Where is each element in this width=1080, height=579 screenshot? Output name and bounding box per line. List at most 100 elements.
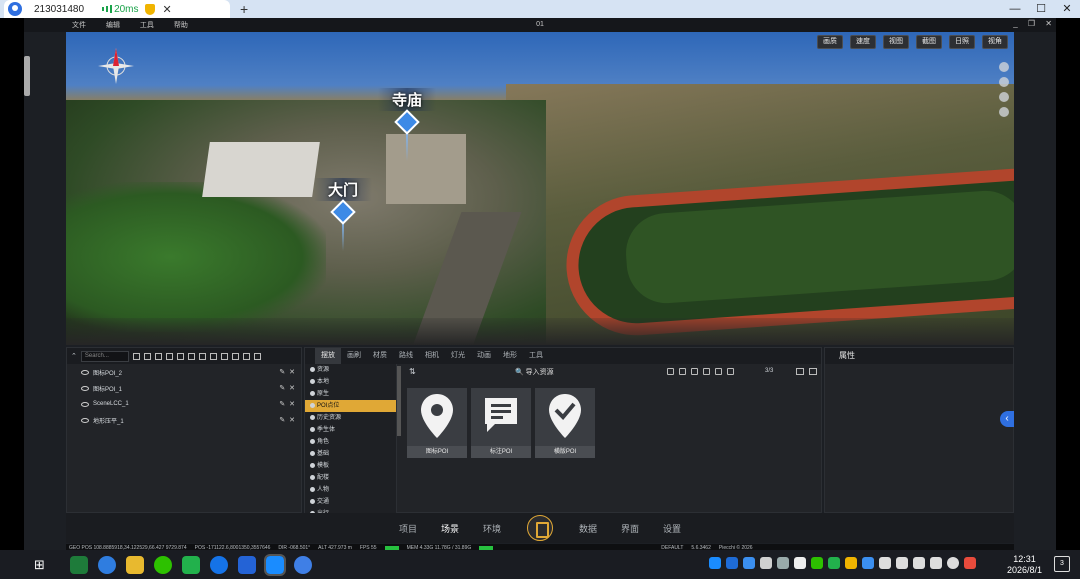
app-globe-icon[interactable]: [294, 555, 312, 574]
import-resource-button[interactable]: 🔍 导入资源: [515, 367, 554, 377]
screenshot-button[interactable]: 截图: [916, 35, 942, 49]
close-tab-button[interactable]: ✕: [163, 3, 172, 16]
poi-marker-temple[interactable]: 寺庙: [378, 88, 437, 161]
visibility-icon[interactable]: [81, 385, 89, 391]
tray-usb-icon[interactable]: [879, 557, 891, 569]
category-item[interactable]: 历史资源: [305, 412, 396, 424]
category-item-selected[interactable]: POI点位: [305, 400, 396, 412]
category-item[interactable]: 原生: [305, 388, 396, 400]
tray-input-icon[interactable]: [964, 557, 976, 569]
category-item[interactable]: 资源: [305, 364, 396, 376]
speed-button[interactable]: 速度: [850, 35, 876, 49]
nav-scene[interactable]: 场景: [441, 522, 459, 535]
scene-viewport[interactable]: 画质 速度 视图 截图 日照 视角 寺庙 大门: [66, 32, 1014, 345]
tray-battery-icon[interactable]: [896, 557, 908, 569]
tray-bluetooth2-icon[interactable]: [862, 557, 874, 569]
copy-icon[interactable]: [165, 352, 173, 360]
sunlight-button[interactable]: 日照: [949, 35, 975, 49]
project-app-icon[interactable]: [70, 555, 88, 574]
tray-volume-icon[interactable]: [930, 557, 942, 569]
sort-az-icon[interactable]: [715, 368, 722, 375]
wechat-work-icon[interactable]: [182, 555, 200, 574]
expand-panel-button[interactable]: ‹: [1000, 411, 1014, 427]
tab-terrain[interactable]: 地形: [497, 348, 523, 364]
visibility-icon[interactable]: [81, 369, 89, 375]
frame-icon[interactable]: [176, 352, 184, 360]
category-scrollbar[interactable]: [397, 366, 401, 436]
category-item[interactable]: 模板: [305, 460, 396, 472]
category-item[interactable]: 交通: [305, 496, 396, 508]
tab-tools[interactable]: 工具: [523, 348, 549, 364]
app-close-button[interactable]: ✕: [1045, 19, 1052, 28]
maximize-button[interactable]: ☐: [1028, 0, 1054, 18]
tab-animation[interactable]: 动画: [471, 348, 497, 364]
tab-camera[interactable]: 相机: [419, 348, 445, 364]
category-item[interactable]: 基础: [305, 448, 396, 460]
camera-angle-button[interactable]: 视角: [982, 35, 1008, 49]
category-item[interactable]: 季生体: [305, 424, 396, 436]
grid-view-icon[interactable]: [809, 368, 817, 375]
tray-close-icon[interactable]: [947, 557, 959, 569]
minimize-button[interactable]: —: [1002, 0, 1028, 18]
wechat-icon[interactable]: [154, 555, 172, 574]
resource-card[interactable]: 横版POI: [535, 388, 595, 458]
tab-material[interactable]: 材质: [367, 348, 393, 364]
item-actions[interactable]: ✎ ✕: [279, 368, 295, 376]
item-actions[interactable]: ✎ ✕: [279, 400, 295, 408]
favorite-icon[interactable]: [691, 368, 698, 375]
tray-device-icon[interactable]: [794, 557, 806, 569]
remote-session-tab[interactable]: 213031480 20ms ✕: [4, 0, 230, 18]
tray-wifi-icon[interactable]: [913, 557, 925, 569]
list-icon[interactable]: [220, 352, 228, 360]
tab-place[interactable]: 摆放: [315, 348, 341, 364]
nav-data[interactable]: 数据: [579, 522, 597, 535]
category-item[interactable]: 配楼: [305, 472, 396, 484]
tray-chat-icon[interactable]: [828, 557, 840, 569]
visibility-icon[interactable]: [81, 401, 89, 407]
tray-wechat-icon[interactable]: [811, 557, 823, 569]
delete-icon[interactable]: [667, 368, 674, 375]
tray-remote-icon[interactable]: [709, 557, 721, 569]
folder-icon[interactable]: [126, 555, 144, 574]
sort-icon[interactable]: [727, 368, 734, 375]
fit-icon[interactable]: [209, 352, 217, 360]
search-app-icon[interactable]: [210, 555, 228, 574]
globe-icon[interactable]: [999, 77, 1009, 87]
settings-icon[interactable]: [999, 107, 1009, 117]
tree-item[interactable]: 图标POI_1 ✎ ✕: [67, 380, 301, 396]
tab-route[interactable]: 路线: [393, 348, 419, 364]
tray-settings-icon[interactable]: [777, 557, 789, 569]
cloud-app-icon[interactable]: [238, 555, 256, 574]
tree-item[interactable]: SceneLCC_1 ✎ ✕: [67, 396, 301, 412]
resource-card[interactable]: 图标POI: [407, 388, 467, 458]
tree-item[interactable]: 地形压平_1 ✎ ✕: [67, 412, 301, 428]
tray-bluetooth-icon[interactable]: [743, 557, 755, 569]
export-icon[interactable]: [703, 368, 710, 375]
scene-search-input[interactable]: Search...: [80, 350, 129, 362]
app-minimize-button[interactable]: _: [1013, 19, 1017, 28]
panel-icon[interactable]: [253, 352, 261, 360]
tree-item[interactable]: 图标POI_2 ✎ ✕: [67, 364, 301, 380]
new-tab-button[interactable]: +: [240, 1, 248, 17]
tab-light[interactable]: 灯光: [445, 348, 471, 364]
close-window-button[interactable]: ✕: [1054, 0, 1080, 18]
item-actions[interactable]: ✎ ✕: [279, 384, 295, 392]
notification-button[interactable]: 3: [1054, 556, 1070, 572]
map-home-button[interactable]: [527, 515, 553, 541]
visibility-icon[interactable]: [81, 417, 89, 423]
history-icon[interactable]: [679, 368, 686, 375]
category-item[interactable]: 人物: [305, 484, 396, 496]
resource-card[interactable]: 标注POI: [471, 388, 531, 458]
move-icon[interactable]: [999, 62, 1009, 72]
camera-icon[interactable]: [154, 352, 162, 360]
remote-desktop-icon[interactable]: [264, 553, 286, 576]
image-icon[interactable]: [242, 352, 250, 360]
folder-icon[interactable]: [132, 352, 140, 360]
app-restore-button[interactable]: ❐: [1028, 19, 1035, 28]
view-button[interactable]: 视图: [883, 35, 909, 49]
tray-mail-icon[interactable]: [726, 557, 738, 569]
category-item[interactable]: 本地: [305, 376, 396, 388]
poi-marker-gate[interactable]: 大门: [314, 178, 373, 251]
person-icon[interactable]: [999, 92, 1009, 102]
expand-icon[interactable]: [198, 352, 206, 360]
